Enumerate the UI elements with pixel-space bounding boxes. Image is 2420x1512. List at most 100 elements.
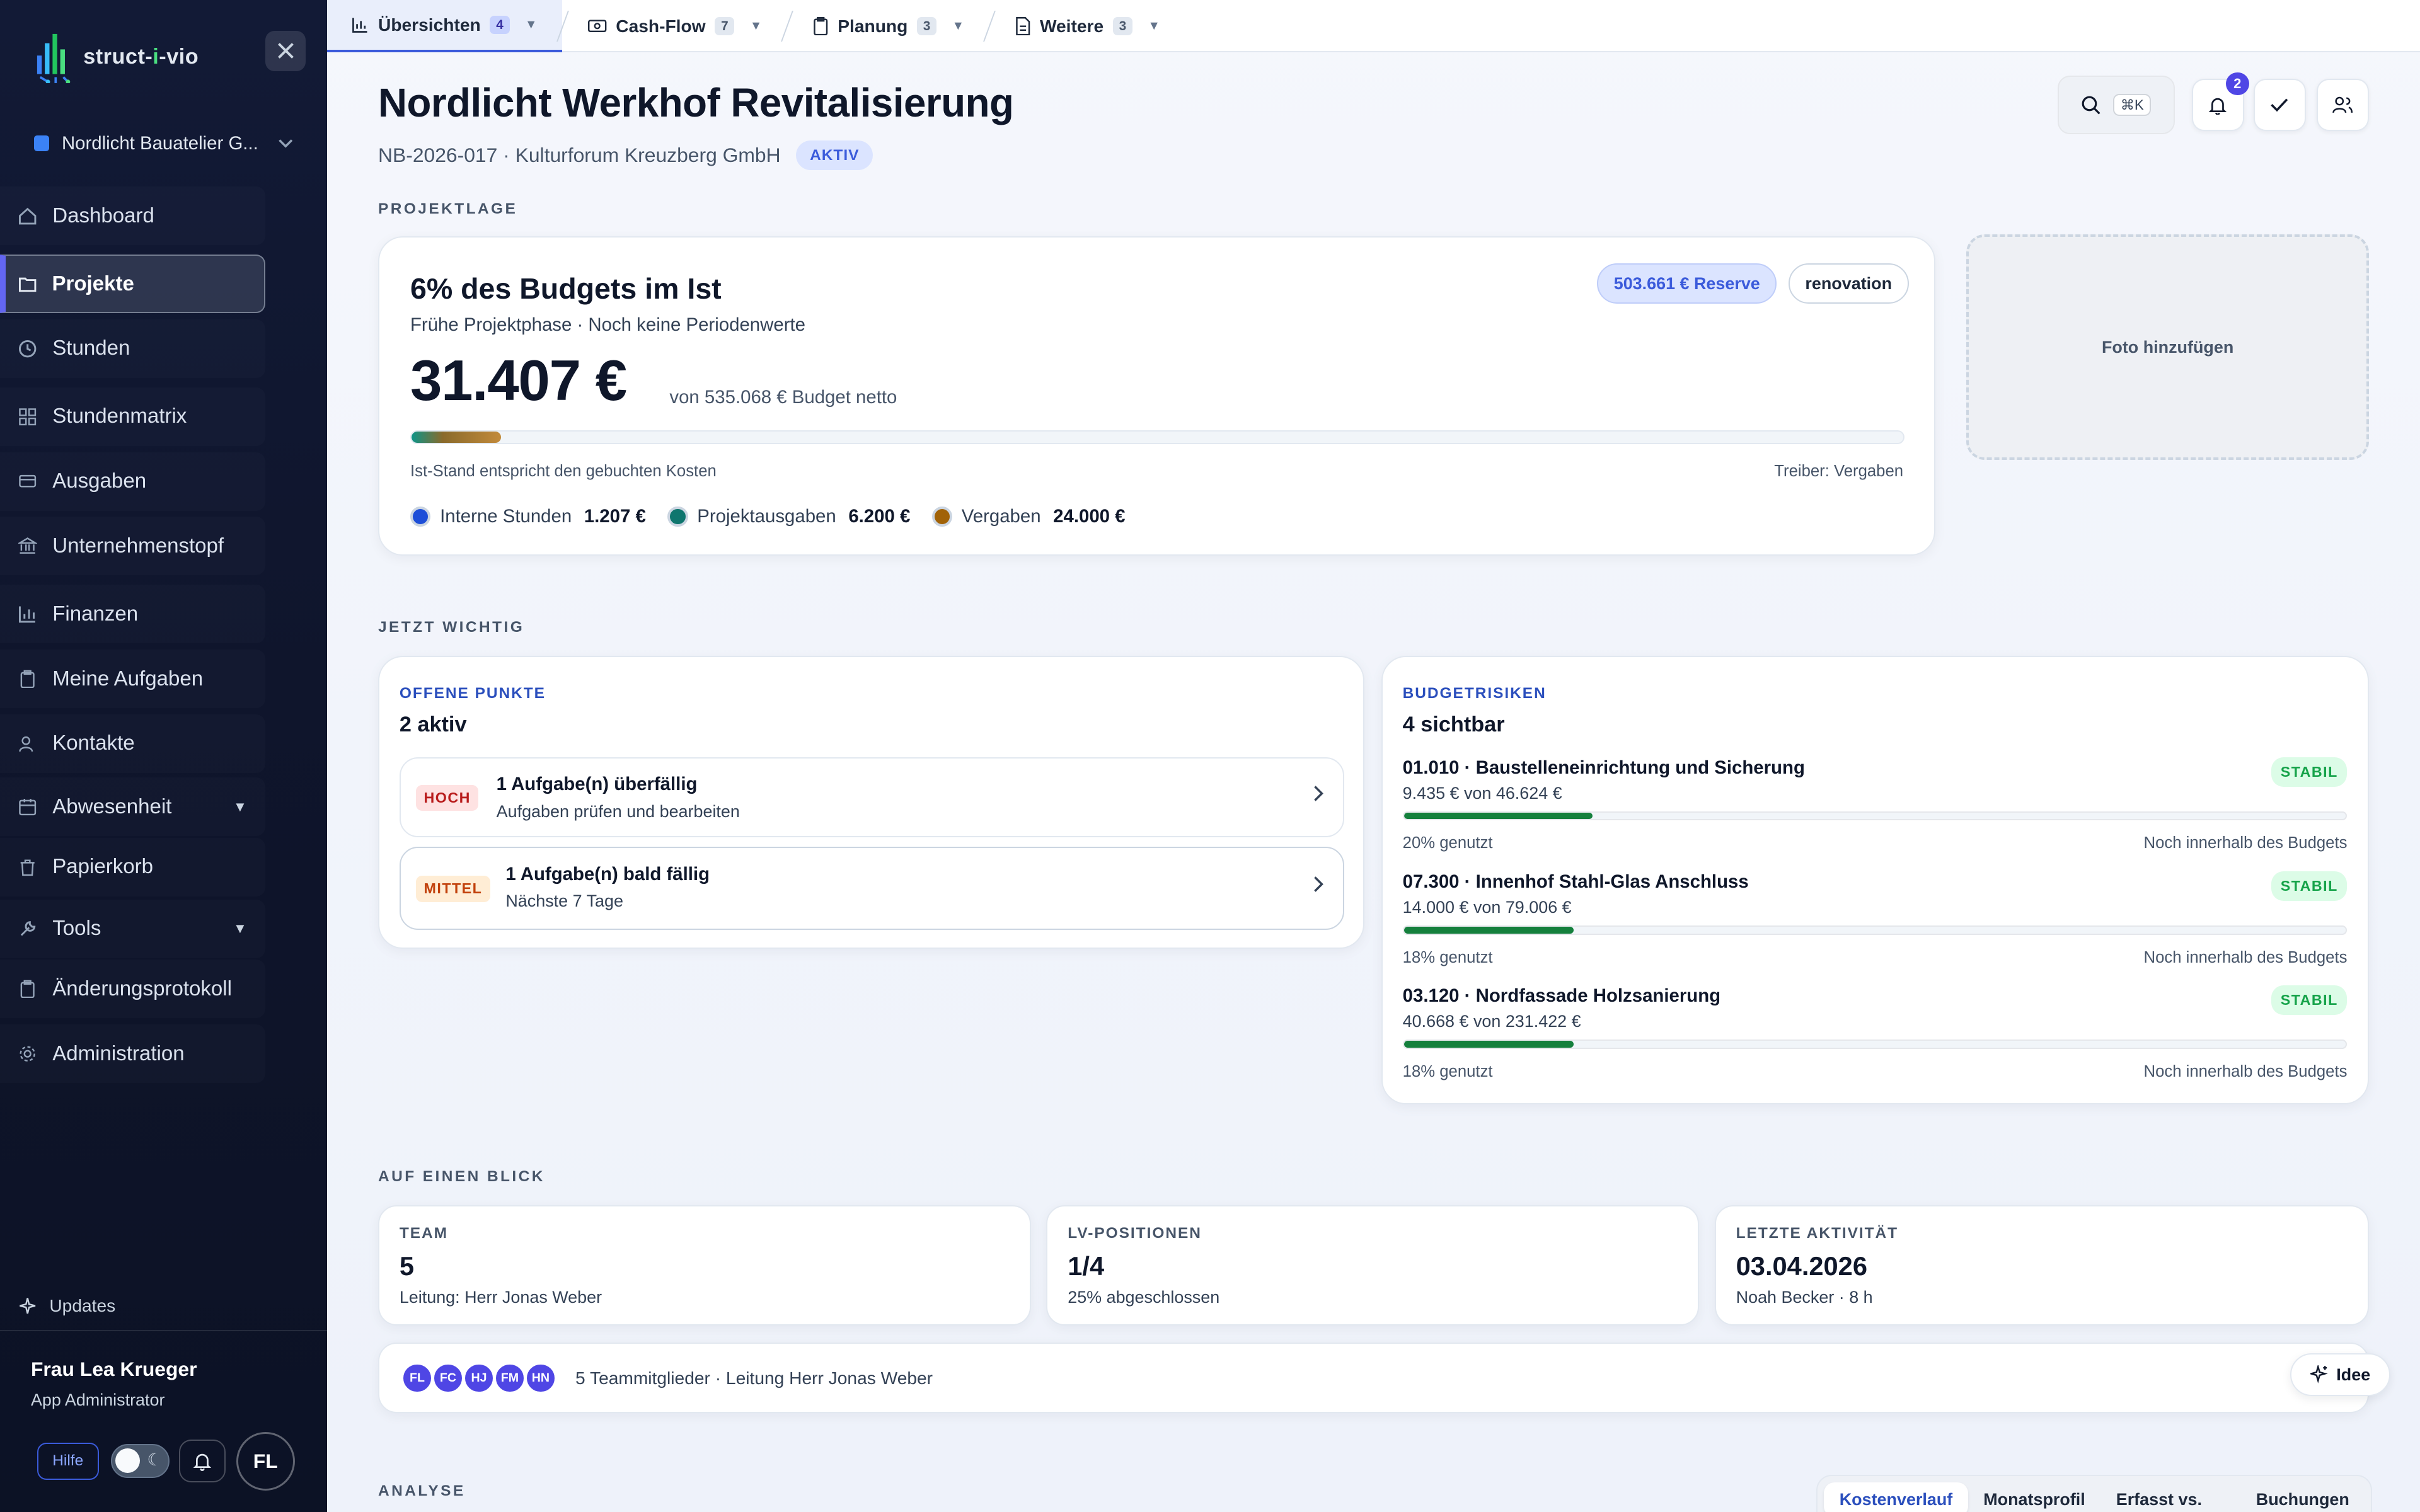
risk-progress-fill xyxy=(1403,812,1593,820)
risk-progress-bar xyxy=(1402,811,2348,821)
sidebar-item-aenderungsprotokoll[interactable]: Änderungsprotokoll xyxy=(0,959,265,1018)
caret-down-icon[interactable]: ▼ xyxy=(525,18,537,32)
sidebar-item-dashboard[interactable]: Dashboard xyxy=(0,186,265,245)
sidebar-item-unternehmenstopf[interactable]: Unternehmenstopf xyxy=(0,517,265,575)
bank-icon xyxy=(18,537,37,555)
sidebar-item-stunden[interactable]: Stunden xyxy=(0,319,265,378)
sidebar-item-administration[interactable]: Administration xyxy=(0,1024,265,1083)
risk-usage: 20% genutzt xyxy=(1402,834,1493,852)
logo-text: struct-i-vio xyxy=(83,45,199,69)
risk-note: Noch innerhalb des Budgets xyxy=(2143,834,2348,852)
sidebar-item-meine-aufgaben[interactable]: Meine Aufgaben xyxy=(0,650,265,708)
caret-down-icon[interactable]: ▼ xyxy=(750,19,762,33)
tab-planung[interactable]: Planung 3 ▼ xyxy=(788,0,989,52)
caret-down-icon[interactable]: ▼ xyxy=(1148,19,1160,33)
sidebar-item-label: Meine Aufgaben xyxy=(52,667,204,690)
sidebar-item-label: Finanzen xyxy=(52,602,139,626)
sidebar-item-label: Tools xyxy=(52,917,101,941)
sidebar-item-finanzen[interactable]: Finanzen xyxy=(0,585,265,643)
tasks-button[interactable] xyxy=(2253,78,2306,132)
tab-erfasst-vs-ist[interactable]: Erfasst vs. Ist xyxy=(2100,1482,2240,1512)
sparkle-icon xyxy=(2310,1365,2329,1384)
notifications-button[interactable] xyxy=(179,1439,226,1483)
priority-badge: HOCH xyxy=(416,784,479,811)
avatar[interactable]: FC xyxy=(432,1362,464,1395)
idea-button[interactable]: Idee xyxy=(2290,1353,2390,1397)
legend-value: 6.200 € xyxy=(848,505,911,527)
search-icon xyxy=(2081,95,2101,115)
shortcut-hint: ⌘K xyxy=(2113,94,2152,116)
stat-card-lv-positionen[interactable]: LV-POSITIONEN 1/4 25% abgeschlossen xyxy=(1046,1205,1700,1326)
risk-title: 07.300 · Innenhof Stahl-Glas Anschluss xyxy=(1402,871,1749,893)
risk-progress-bar xyxy=(1402,925,2348,935)
sidebar-item-kontakte[interactable]: Kontakte xyxy=(0,714,265,773)
caret-down-icon[interactable]: ▼ xyxy=(952,19,964,33)
sidebar-item-papierkorb[interactable]: Papierkorb xyxy=(0,838,265,896)
close-sidebar-button[interactable] xyxy=(265,30,306,71)
risk-amount: 40.668 € von 231.422 € xyxy=(1402,1012,1581,1031)
sidebar-item-label: Projekte xyxy=(52,272,134,295)
task-row-overdue[interactable]: HOCH 1 Aufgabe(n) überfällig Aufgaben pr… xyxy=(399,757,1344,838)
theme-toggle[interactable]: ☾ xyxy=(111,1444,170,1479)
legend-value: 24.000 € xyxy=(1053,505,1126,527)
card-label: OFFENE PUNKTE xyxy=(399,684,546,702)
add-photo-dropzone[interactable]: Foto hinzufügen xyxy=(1966,234,2370,460)
status-badge: AKTIV xyxy=(796,140,873,171)
user-name: Frau Lea Krueger xyxy=(30,1358,197,1381)
tab-count: 4 xyxy=(490,16,510,35)
task-row-due-soon[interactable]: MITTEL 1 Aufgabe(n) bald fällig Nächste … xyxy=(399,847,1344,931)
notifications-button[interactable]: 2 xyxy=(2191,72,2249,132)
organization-selector[interactable]: Nordlicht Bauatelier G... xyxy=(33,132,293,154)
close-icon xyxy=(277,42,294,59)
risk-note: Noch innerhalb des Budgets xyxy=(2143,948,2348,966)
tab-buchungen[interactable]: Buchungen xyxy=(2240,1482,2365,1512)
trash-icon xyxy=(18,858,37,876)
legend-item-vergaben: Vergaben 24.000 € xyxy=(931,505,1126,527)
sidebar-item-projekte[interactable]: Projekte xyxy=(0,255,266,314)
org-name: Nordlicht Bauatelier G... xyxy=(61,132,258,154)
sidebar-item-ausgaben[interactable]: Ausgaben xyxy=(0,452,265,511)
tab-cash-flow[interactable]: Cash-Flow 7 ▼ xyxy=(563,0,786,52)
avatar[interactable]: HN xyxy=(524,1362,557,1395)
document-icon xyxy=(1015,16,1030,36)
updates-link[interactable]: Updates xyxy=(18,1296,115,1316)
card-count: 2 aktiv xyxy=(399,712,467,736)
risk-usage: 18% genutzt xyxy=(1402,1062,1493,1080)
moon-icon: ☾ xyxy=(147,1450,163,1469)
tab-weitere[interactable]: Weitere 3 ▼ xyxy=(991,0,1185,52)
team-strip[interactable]: FL FC HJ FM HN 5 Teammitglieder · Leitun… xyxy=(378,1342,2370,1414)
user-avatar[interactable]: FL xyxy=(236,1431,295,1491)
budget-total: von 535.068 € Budget netto xyxy=(669,387,897,408)
status-badge: STABIL xyxy=(2271,985,2348,1015)
gear-icon xyxy=(18,1045,37,1063)
tab-uebersichten[interactable]: Übersichten 4 ▼ xyxy=(327,0,562,53)
bell-icon xyxy=(2208,95,2228,115)
tab-kostenverlauf[interactable]: Kostenverlauf xyxy=(1824,1482,1968,1512)
stat-value: 5 xyxy=(399,1251,414,1281)
stat-card-letzte-aktivitaet[interactable]: LETZTE AKTIVITÄT 03.04.2026 Noah Becker … xyxy=(1714,1205,2370,1326)
avatar[interactable]: FL xyxy=(401,1362,434,1395)
legend-label: Vergaben xyxy=(961,505,1041,527)
avatar[interactable]: HJ xyxy=(463,1362,495,1395)
team-button[interactable] xyxy=(2316,78,2370,132)
sidebar-item-label: Stunden xyxy=(52,336,130,360)
progress-note: Ist-Stand entspricht den gebuchten Koste… xyxy=(410,462,717,481)
sidebar-item-label: Änderungsprotokoll xyxy=(52,976,232,1000)
caret-down-icon: ▼ xyxy=(233,798,247,815)
reserve-badge: 503.661 € Reserve xyxy=(1597,263,1777,304)
avatar[interactable]: FM xyxy=(493,1362,526,1395)
risk-progress-fill xyxy=(1403,926,1574,934)
clipboard-icon xyxy=(18,670,37,689)
app-logo[interactable]: struct-i-vio xyxy=(34,31,199,84)
risk-progress-bar xyxy=(1402,1040,2348,1049)
tab-monatsprofil[interactable]: Monatsprofil xyxy=(1968,1482,2101,1512)
sidebar-item-label: Abwesenheit xyxy=(52,794,172,818)
sidebar-item-tools[interactable]: Tools ▼ xyxy=(0,900,265,958)
updates-label: Updates xyxy=(49,1296,116,1316)
sidebar-item-abwesenheit[interactable]: Abwesenheit ▼ xyxy=(0,777,265,836)
search-button[interactable]: ⌘K xyxy=(2057,76,2175,135)
help-button[interactable]: Hilfe xyxy=(37,1442,99,1480)
sidebar-item-stundenmatrix[interactable]: Stundenmatrix xyxy=(0,387,265,446)
stat-card-team[interactable]: TEAM 5 Leitung: Herr Jonas Weber xyxy=(378,1205,1031,1326)
tab-bar: Übersichten 4 ▼ Cash-Flow 7 ▼ Planung 3 … xyxy=(327,0,2420,53)
